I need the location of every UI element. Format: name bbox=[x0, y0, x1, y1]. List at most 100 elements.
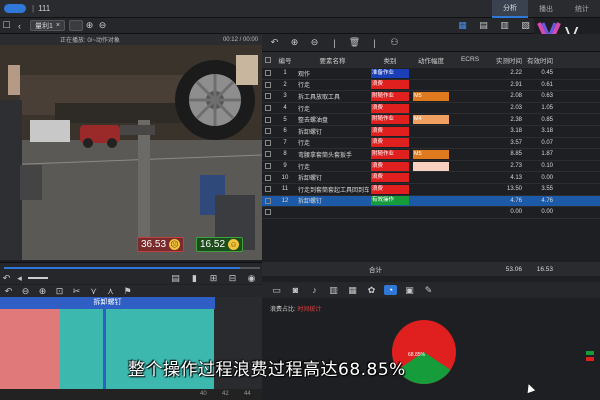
tab-analysis[interactable]: 分析 bbox=[492, 0, 528, 18]
add-row-icon[interactable]: ⊕ bbox=[288, 37, 301, 48]
screenshot-icon[interactable]: ◉ bbox=[245, 273, 258, 284]
row-checkbox-cell[interactable] bbox=[262, 91, 274, 102]
timeline-gantt[interactable]: 拆卸螺钉 40 42 44 bbox=[0, 297, 262, 400]
row-checkbox-cell[interactable] bbox=[262, 172, 274, 183]
row-checkbox-cell[interactable] bbox=[262, 196, 274, 207]
cell-level bbox=[411, 126, 451, 137]
pie-chart-icon[interactable]: ◔ bbox=[384, 285, 397, 295]
document-icon[interactable]: ▤ bbox=[169, 273, 182, 284]
table-row[interactable]: 4 行走 浪费 2.03 1.05 bbox=[262, 103, 600, 115]
file-tab[interactable]: 量利1 × bbox=[30, 20, 65, 31]
comment-icon[interactable]: ▭ bbox=[270, 285, 283, 296]
table-row[interactable]: 7 行走 浪费 3.57 0.07 bbox=[262, 138, 600, 150]
row-checkbox[interactable] bbox=[265, 105, 271, 112]
marker-icon[interactable]: ⋏ bbox=[104, 286, 117, 297]
value-segment[interactable] bbox=[60, 309, 105, 389]
waste-time-value: 36.53 bbox=[141, 239, 167, 250]
bookmark-icon[interactable]: ▮ bbox=[188, 273, 201, 284]
loop-icon[interactable]: ↶ bbox=[0, 273, 13, 284]
select-all-checkbox[interactable] bbox=[265, 56, 271, 63]
cut-icon[interactable]: ✂ bbox=[70, 286, 83, 297]
row-checkbox-cell[interactable] bbox=[262, 149, 274, 160]
cell-ecrs bbox=[451, 80, 489, 91]
row-checkbox-cell[interactable] bbox=[262, 80, 274, 91]
row-checkbox-cell[interactable] bbox=[262, 114, 274, 125]
volume-slider[interactable] bbox=[28, 277, 48, 279]
undo-icon[interactable]: ↶ bbox=[268, 37, 281, 48]
table-row[interactable]: 10 拆卸螺钉 浪费 4.13 0.00 bbox=[262, 172, 600, 184]
select-all-cell[interactable] bbox=[262, 52, 274, 67]
mic-icon[interactable]: ♪ bbox=[308, 285, 321, 295]
dropdown-select[interactable] bbox=[69, 20, 83, 31]
row-checkbox[interactable] bbox=[265, 93, 271, 100]
image-icon[interactable]: ▣ bbox=[403, 285, 416, 296]
row-checkbox[interactable] bbox=[265, 163, 271, 170]
row-checkbox[interactable] bbox=[265, 197, 271, 204]
row-checkbox-cell[interactable] bbox=[262, 138, 274, 149]
top-tabs: 分析 播出 统计 bbox=[492, 0, 600, 18]
table-row[interactable]: 1 观作 准备作业 2.22 0.45 bbox=[262, 68, 600, 80]
table-row[interactable]: 0.00 0.00 bbox=[262, 207, 600, 219]
row-checkbox-cell[interactable] bbox=[262, 126, 274, 137]
panel-view-icon[interactable]: ▥ bbox=[498, 20, 511, 31]
table-row[interactable]: 2 行走 浪费 2.91 0.61 bbox=[262, 80, 600, 92]
palette-icon[interactable]: ✿ bbox=[365, 285, 378, 296]
close-icon[interactable]: × bbox=[56, 22, 60, 29]
table-row[interactable]: 8 弯腰拿套筒头套扳手 附随作业 M5 8.85 1.87 bbox=[262, 149, 600, 161]
add-circle-icon[interactable]: ⊕ bbox=[83, 20, 96, 31]
row-checkbox[interactable] bbox=[265, 128, 271, 135]
app-badge[interactable] bbox=[4, 4, 26, 13]
row-checkbox-cell[interactable] bbox=[262, 103, 274, 114]
table-row[interactable]: 11 行走到套筒套起工具回到车身旁 浪费 13.50 3.55 bbox=[262, 184, 600, 196]
split-view-icon[interactable]: ▧ bbox=[519, 20, 532, 31]
bar-chart-icon[interactable]: ▥ bbox=[327, 285, 340, 296]
video-frame[interactable] bbox=[0, 45, 262, 260]
type-tag: 附随作业 bbox=[371, 149, 409, 159]
volume-icon[interactable]: ◂ bbox=[13, 273, 26, 284]
remove-row-icon[interactable]: ⊖ bbox=[308, 37, 321, 48]
control-row: ↶ ◂ ▤ ▮ ⊞ ⊟ ◉ bbox=[0, 272, 262, 284]
delete-icon[interactable]: 🗑 bbox=[348, 37, 361, 48]
table-row[interactable]: 6 拆卸螺钉 浪费 3.18 3.18 bbox=[262, 126, 600, 138]
snap-icon[interactable]: ⊡ bbox=[53, 286, 66, 297]
table-row[interactable]: 3 拆工具放取工具 附随作业 M5 2.08 0.63 bbox=[262, 91, 600, 103]
table-icon[interactable]: ▦ bbox=[346, 285, 359, 296]
zoom-in-icon[interactable]: ⊕ bbox=[36, 286, 49, 297]
back-arrow-icon[interactable]: ‹ bbox=[13, 21, 26, 31]
tab-statistics[interactable]: 统计 bbox=[564, 0, 600, 18]
row-checkbox[interactable] bbox=[265, 151, 271, 158]
tab-playback[interactable]: 播出 bbox=[528, 0, 564, 18]
row-checkbox[interactable] bbox=[265, 174, 271, 181]
table-row[interactable]: 5 整去螺油盘 附随作业 M4 2.38 0.85 bbox=[262, 114, 600, 126]
camera-icon[interactable]: ◙ bbox=[289, 285, 302, 295]
row-checkbox-cell[interactable] bbox=[262, 161, 274, 172]
table-row[interactable]: 12 拆卸螺钉 有效操作 4.76 4.76 bbox=[262, 195, 600, 208]
row-checkbox-cell[interactable] bbox=[262, 68, 274, 79]
checkbox-icon[interactable]: ☐ bbox=[0, 20, 13, 31]
grid-view-icon[interactable]: ▦ bbox=[456, 20, 469, 31]
row-checkbox-cell[interactable] bbox=[262, 207, 274, 218]
level-tag bbox=[413, 80, 449, 89]
row-checkbox[interactable] bbox=[265, 139, 271, 146]
back-icon[interactable]: ↶ bbox=[2, 286, 15, 297]
list-view-icon[interactable]: ▤ bbox=[477, 20, 490, 31]
user-icon[interactable]: ⚇ bbox=[388, 37, 401, 48]
remove-circle-icon[interactable]: ⊖ bbox=[96, 20, 109, 31]
zoom-out-icon[interactable]: ⊖ bbox=[19, 286, 32, 297]
merge-icon[interactable]: ⋎ bbox=[87, 286, 100, 297]
waste-segment[interactable] bbox=[0, 309, 60, 389]
split-icon[interactable]: ⊟ bbox=[226, 273, 239, 284]
row-checkbox[interactable] bbox=[265, 70, 271, 77]
row-checkbox[interactable] bbox=[265, 81, 271, 88]
flag-icon[interactable]: ⚑ bbox=[121, 286, 134, 297]
edit-icon[interactable]: ✎ bbox=[422, 285, 435, 296]
row-checkbox[interactable] bbox=[265, 209, 271, 216]
value-time-badge: 16.52 ☺ bbox=[196, 237, 244, 252]
row-checkbox-cell[interactable] bbox=[262, 184, 274, 195]
time-stat-label: 时间统计 bbox=[297, 307, 322, 313]
table-row[interactable]: 9 行走 浪费 2.73 0.10 bbox=[262, 161, 600, 173]
mark-icon[interactable]: ⊞ bbox=[207, 273, 220, 284]
cell-no: 6 bbox=[283, 128, 287, 135]
row-checkbox[interactable] bbox=[265, 186, 271, 193]
row-checkbox[interactable] bbox=[265, 116, 271, 123]
